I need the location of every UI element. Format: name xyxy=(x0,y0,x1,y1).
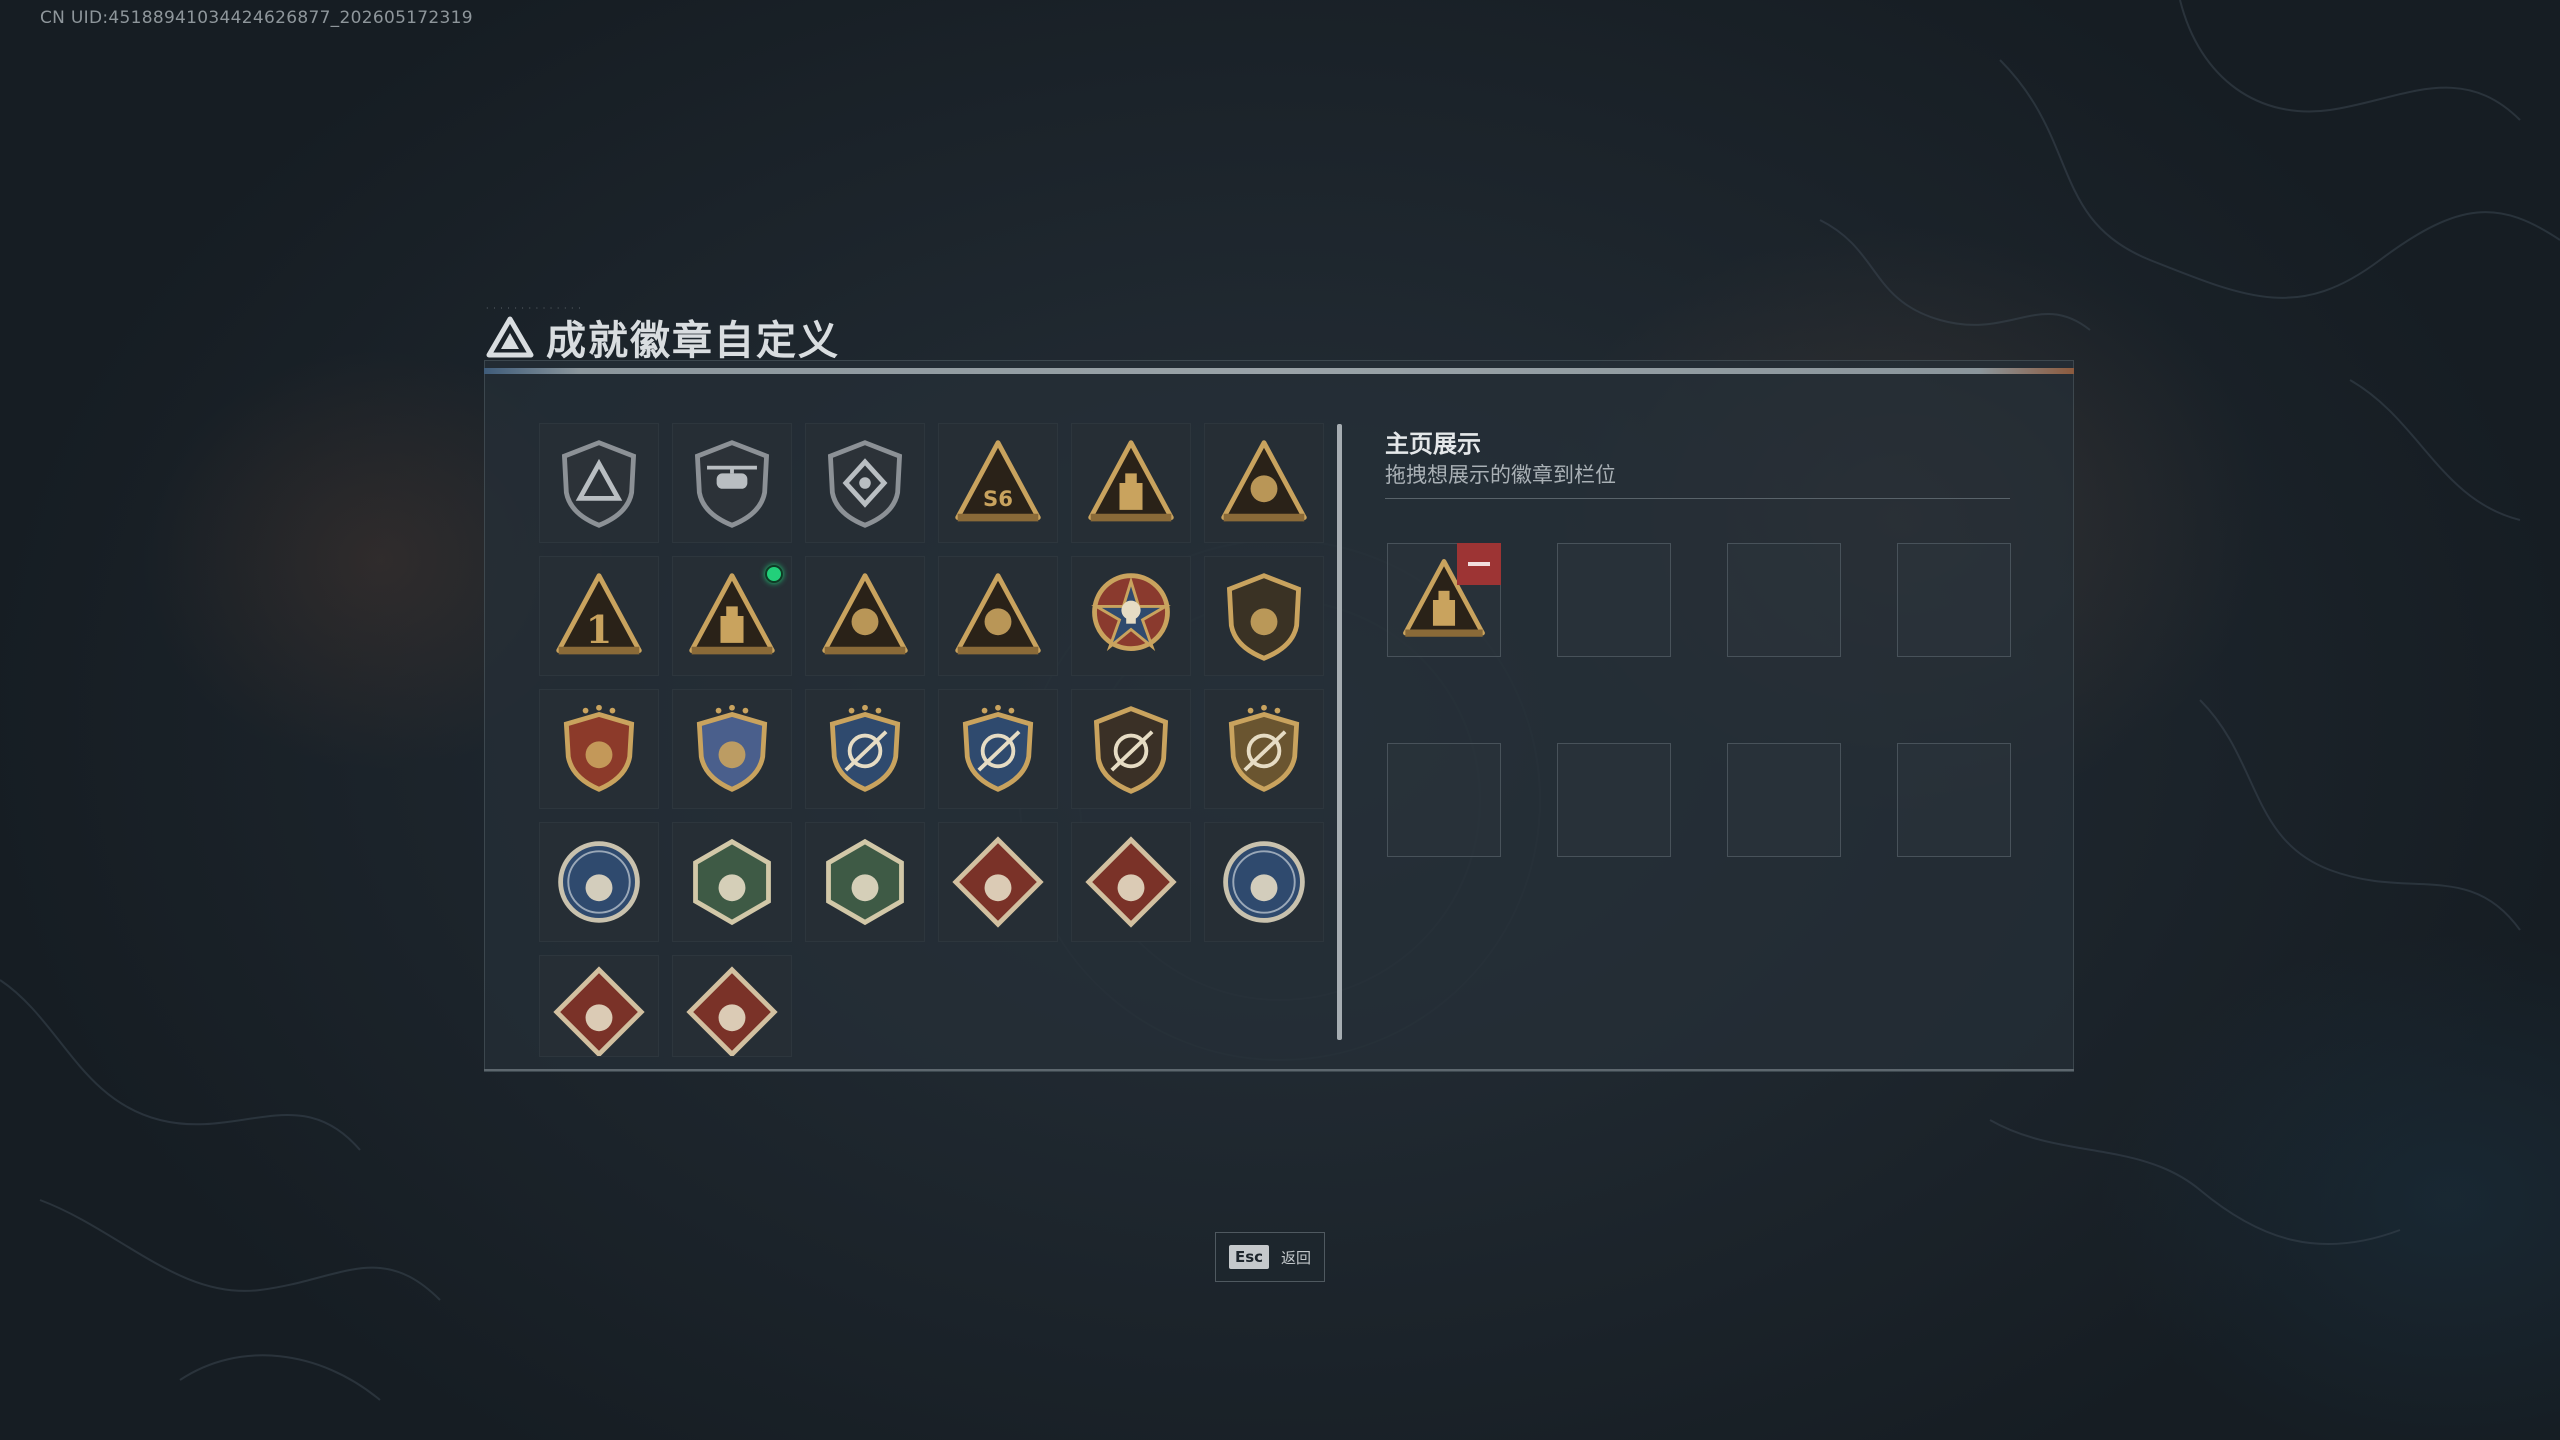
blue-crosshair-icon xyxy=(829,704,901,792)
new-indicator-dot xyxy=(765,565,783,583)
remove-badge-button[interactable] xyxy=(1457,543,1501,585)
showcase-slot[interactable] xyxy=(1727,543,1841,657)
fist-shield-icon xyxy=(1226,573,1302,661)
skull-medal-badge[interactable] xyxy=(1071,556,1191,676)
delta-logo-icon xyxy=(486,316,534,358)
red-crest-badge[interactable] xyxy=(539,689,659,809)
eagle-round-icon xyxy=(558,841,640,923)
rifle-shield-icon xyxy=(1093,706,1169,794)
wing-triangle-icon xyxy=(1221,440,1307,522)
red-crest-icon xyxy=(563,704,635,792)
number-one-triangle-icon: 1 xyxy=(556,573,642,655)
page-header: 成就徽章自定义 xyxy=(486,308,840,366)
badge-grid: S6 1 xyxy=(539,423,1324,1075)
dragon-diamond-icon xyxy=(952,836,1044,928)
tower-triangle-icon xyxy=(1088,440,1174,522)
wolf-round-badge[interactable] xyxy=(1204,822,1324,942)
blue-crest-icon xyxy=(696,704,768,792)
rifle-shield-badge[interactable] xyxy=(1071,689,1191,809)
blue-crosshair-star-badge[interactable] xyxy=(938,689,1058,809)
showcase-slot[interactable] xyxy=(1897,743,2011,857)
s6-triangle-badge[interactable]: S6 xyxy=(938,423,1058,543)
gold-crosshair-icon xyxy=(1228,704,1300,792)
showcase-slot[interactable] xyxy=(1387,543,1501,657)
back-button[interactable]: Esc 返回 xyxy=(1215,1232,1325,1282)
badge-grid-scrollbar[interactable] xyxy=(1337,424,1342,1040)
showcase-subtitle: 拖拽想展示的徽章到栏位 xyxy=(1385,463,1616,487)
cobra-diamond-icon xyxy=(553,966,645,1056)
hands-triangle-badge[interactable] xyxy=(805,556,925,676)
showcase-slot[interactable] xyxy=(1557,543,1671,657)
diamond-shield-icon xyxy=(827,440,903,528)
blue-crosshair-badge[interactable] xyxy=(805,689,925,809)
dragon-diamond-badge[interactable] xyxy=(938,822,1058,942)
game-screen: CN UID:451889410344246268​77_20260517231… xyxy=(0,0,2560,1440)
fist-shield-badge[interactable] xyxy=(1204,556,1324,676)
soldiers-triangle-icon xyxy=(955,573,1041,655)
showcase-slot[interactable] xyxy=(1387,743,1501,857)
showcase-slot[interactable] xyxy=(1897,543,2011,657)
soldiers-triangle-badge[interactable] xyxy=(938,556,1058,676)
showcase-slot[interactable] xyxy=(1557,743,1671,857)
showcase-title: 主页展示 xyxy=(1385,430,1481,458)
page-title: 成就徽章自定义 xyxy=(546,318,840,364)
wheel-diamond-badge[interactable] xyxy=(672,955,792,1057)
back-label: 返回 xyxy=(1281,1248,1312,1267)
hornet-hex-badge[interactable] xyxy=(672,822,792,942)
eagle-round-badge[interactable] xyxy=(539,822,659,942)
hornet-hex-icon xyxy=(693,838,771,926)
skull-medal-icon xyxy=(1091,573,1171,652)
panel-top-bar xyxy=(484,368,2074,374)
delta-shield-badge[interactable] xyxy=(539,423,659,543)
wing-triangle-badge[interactable] xyxy=(1204,423,1324,543)
number-one-triangle-badge[interactable]: 1 xyxy=(539,556,659,676)
svg-text:S6: S6 xyxy=(983,486,1013,511)
wolf-round-icon xyxy=(1223,841,1305,923)
hornet-hex-badge-2[interactable] xyxy=(805,822,925,942)
esc-key: Esc xyxy=(1228,1245,1270,1269)
diamond-shield-badge[interactable] xyxy=(805,423,925,543)
delta-shield-icon xyxy=(561,440,637,528)
s6-triangle-icon: S6 xyxy=(955,440,1041,522)
helicopter-shield-icon xyxy=(694,440,770,528)
gold-crosshair-badge[interactable] xyxy=(1204,689,1324,809)
crate-triangle-badge[interactable] xyxy=(672,556,792,676)
cobra-diamond-badge[interactable] xyxy=(539,955,659,1057)
showcase-slot[interactable] xyxy=(1727,743,1841,857)
svg-text:1: 1 xyxy=(586,608,613,653)
runner-diamond-icon xyxy=(1085,836,1177,928)
helicopter-shield-badge[interactable] xyxy=(672,423,792,543)
hornet-hex-icon xyxy=(826,838,904,926)
crate-triangle-icon xyxy=(689,573,775,655)
tower-triangle-badge[interactable] xyxy=(1071,423,1191,543)
hands-triangle-icon xyxy=(822,573,908,655)
uid-text: CN UID:451889410344246268​77_20260517231… xyxy=(40,8,473,28)
blue-crosshair-star-icon xyxy=(962,704,1034,792)
showcase-divider xyxy=(1385,498,2010,499)
runner-diamond-badge[interactable] xyxy=(1071,822,1191,942)
blue-crest-badge[interactable] xyxy=(672,689,792,809)
wheel-diamond-icon xyxy=(686,966,778,1056)
